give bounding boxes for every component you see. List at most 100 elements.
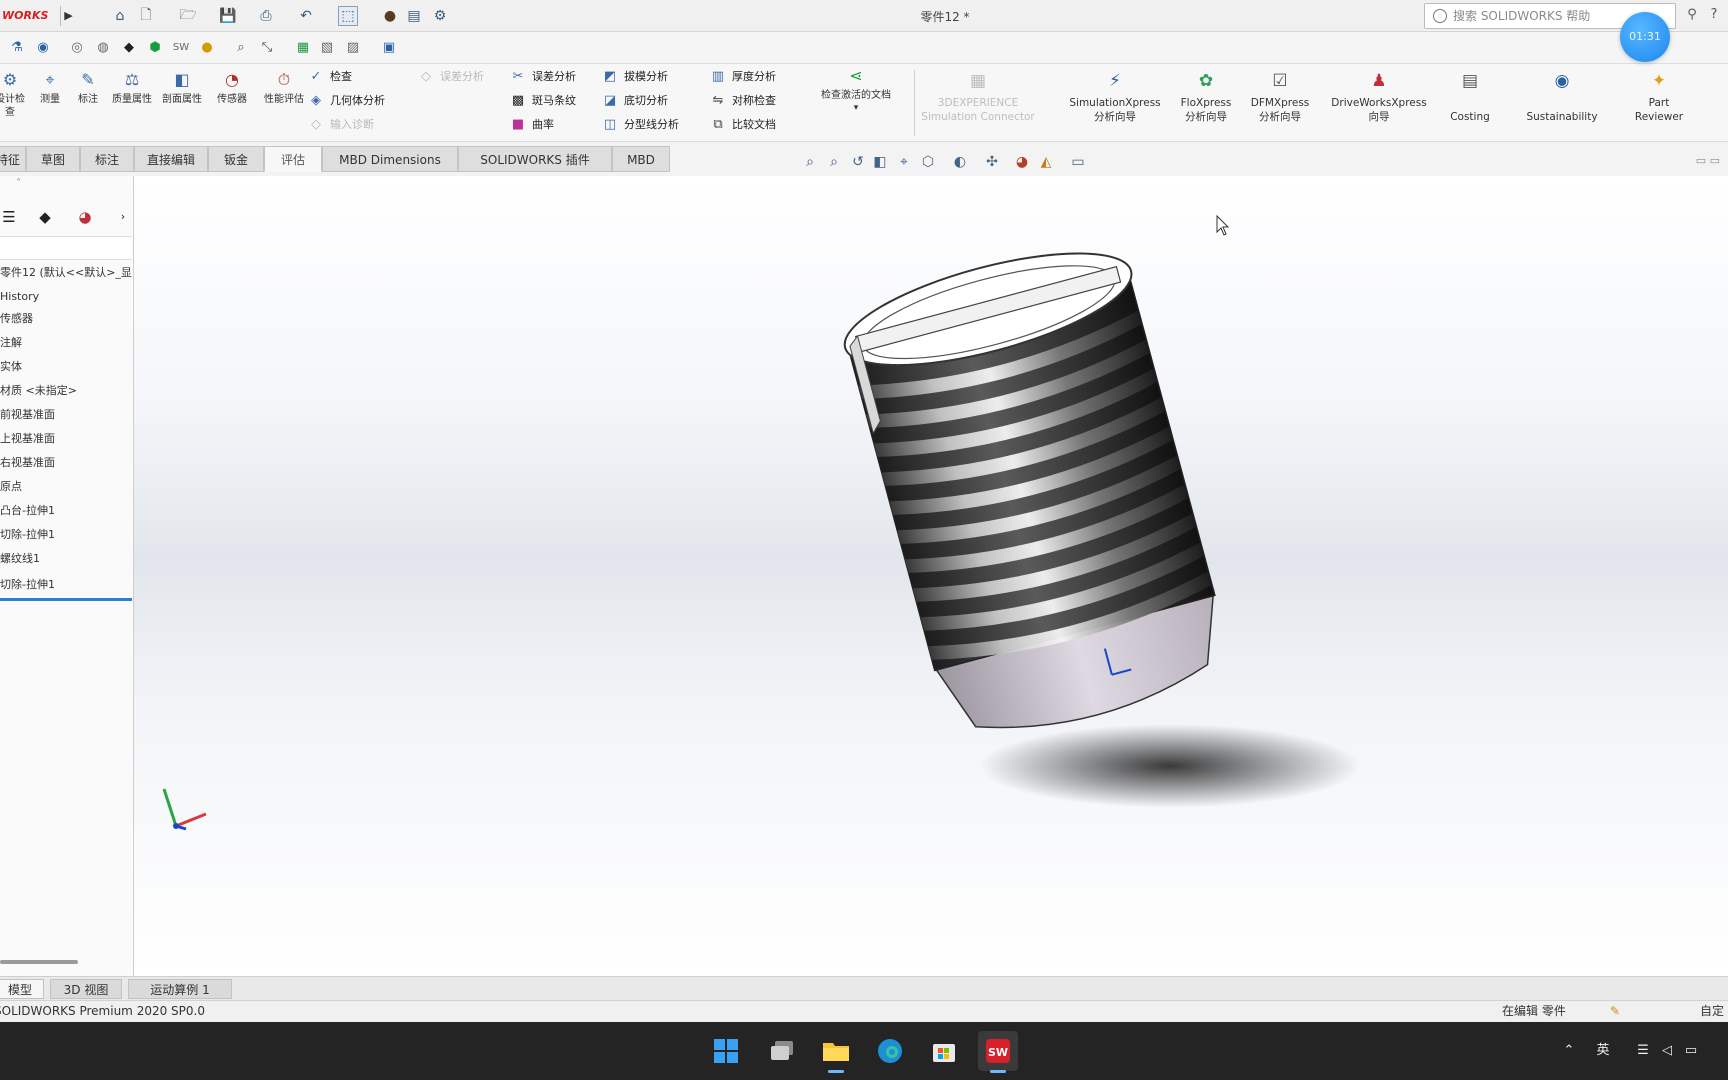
- tab-markup[interactable]: 标注: [80, 146, 134, 172]
- battery-icon[interactable]: ▭: [1680, 1040, 1702, 1062]
- solidworks-logo[interactable]: WORKS: [0, 6, 56, 26]
- tree-front-plane[interactable]: 前视基准面: [0, 406, 132, 424]
- help-icon[interactable]: ?: [1706, 7, 1722, 25]
- hide-show-items-icon[interactable]: ✣: [982, 152, 1002, 172]
- mass-properties-button[interactable]: ⚖ 质量属性: [110, 70, 154, 138]
- select-icon[interactable]: ⬚: [338, 6, 358, 26]
- warning-icon[interactable]: ●: [198, 39, 216, 57]
- tab-3d-views[interactable]: 3D 视图: [50, 979, 122, 999]
- open-folder-icon[interactable]: 🗁: [178, 6, 198, 26]
- sensor-button[interactable]: ◔ 传感器: [210, 70, 254, 138]
- tab-evaluate[interactable]: 评估: [264, 146, 322, 172]
- wifi-icon[interactable]: ☰: [1632, 1040, 1654, 1062]
- tree-root-part[interactable]: 零件12 (默认<<默认>_显示状态: [0, 264, 132, 282]
- microsoft-store-icon[interactable]: [924, 1031, 964, 1071]
- sheet-icon[interactable]: ▦: [294, 39, 312, 57]
- tab-model[interactable]: 模型: [0, 979, 44, 999]
- tree-thread[interactable]: 螺纹线1: [0, 550, 132, 568]
- home-icon[interactable]: ⌂: [110, 6, 130, 26]
- import-diagnostics-button[interactable]: ◇ 输入诊断: [306, 114, 374, 136]
- addin-sustainability[interactable]: ◉ Sustainability: [1512, 70, 1612, 138]
- model-view[interactable]: [134, 176, 1728, 976]
- design-checker-button[interactable]: ⚙ 设计检查: [0, 70, 28, 138]
- tree-boss-extrude[interactable]: 凸台-拉伸1: [0, 502, 132, 520]
- tree-top-plane[interactable]: 上视基准面: [0, 430, 132, 448]
- scene-icon[interactable]: ◍: [94, 39, 112, 57]
- tab-solidworks-addins[interactable]: SOLIDWORKS 插件: [458, 146, 612, 172]
- compare-documents-button[interactable]: ⧉ 比较文档: [708, 114, 776, 136]
- zoom-icon[interactable]: ⌕: [232, 39, 250, 57]
- user-icon[interactable]: ⚲: [1684, 7, 1700, 25]
- tray-overflow-icon[interactable]: ⌃: [1558, 1040, 1580, 1062]
- measure-button[interactable]: ⌖ 测量: [30, 70, 70, 138]
- markup-button[interactable]: ✎ 标注: [68, 70, 108, 138]
- solidworks-taskbar-icon[interactable]: SW: [978, 1031, 1018, 1073]
- tree-solid-bodies[interactable]: 实体: [0, 358, 132, 376]
- addin-dfmxpress[interactable]: ☑ DFMXpress 分析向导: [1244, 70, 1316, 138]
- tab-motion-study[interactable]: 运动算例 1: [128, 979, 232, 999]
- table-icon[interactable]: ▨: [344, 39, 362, 57]
- globe-icon[interactable]: ◉: [34, 39, 52, 57]
- deviation-analysis-disabled-button[interactable]: ◇ 误差分析: [416, 66, 484, 88]
- rebuild-status-icon[interactable]: ✎: [1610, 1001, 1620, 1021]
- options-gear-icon[interactable]: ⚙: [430, 6, 450, 26]
- rollback-bar[interactable]: [0, 598, 132, 601]
- input-method-icon[interactable]: 英: [1592, 1040, 1614, 1062]
- tree-sensors[interactable]: 传感器: [0, 310, 132, 328]
- tree-origin[interactable]: 原点: [0, 478, 132, 496]
- addin-3dexperience[interactable]: ▦ 3DEXPERIENCE Simulation Connector: [918, 70, 1038, 138]
- tree-annotations[interactable]: 注解: [0, 334, 132, 352]
- check-button[interactable]: ✓ 检查: [306, 66, 352, 88]
- zoom-to-area-icon[interactable]: ⌕: [824, 152, 844, 172]
- previous-view-icon[interactable]: ↺: [848, 152, 868, 172]
- tree-right-plane[interactable]: 右视基准面: [0, 454, 132, 472]
- section-properties-button[interactable]: ◧ 剖面属性: [160, 70, 204, 138]
- print-icon[interactable]: ⎙: [256, 6, 276, 26]
- sw-text-icon[interactable]: SW: [172, 39, 190, 57]
- tree-history[interactable]: History: [0, 288, 132, 306]
- addin-floxpress[interactable]: ✿ FloXpress 分析向导: [1170, 70, 1242, 138]
- viewport-window-controls[interactable]: ▭ ▭: [1696, 154, 1720, 167]
- tab-features[interactable]: 特征: [0, 146, 26, 172]
- section-view-icon[interactable]: ◧: [870, 152, 890, 172]
- tab-mbd[interactable]: MBD: [612, 146, 670, 172]
- feature-manager-tab-icon[interactable]: ☰: [0, 204, 24, 230]
- check-active-document-button[interactable]: ⋖ 检查激活的文档 ▾: [806, 66, 906, 134]
- tab-sheet-metal[interactable]: 钣金: [208, 146, 264, 172]
- apply-scene-icon[interactable]: ◭: [1036, 152, 1056, 172]
- customize-icon[interactable]: ▣: [380, 39, 398, 57]
- assembly-icon[interactable]: ⚗: [8, 39, 26, 57]
- recording-timer-badge[interactable]: 01:31: [1620, 12, 1670, 62]
- addin-driveworksxpress[interactable]: ♟ DriveWorksXpress 向导: [1318, 70, 1440, 138]
- tree-cut-extrude-2[interactable]: 切除-拉伸1: [0, 576, 132, 594]
- edit-appearance-icon[interactable]: ◕: [1012, 152, 1032, 172]
- undercut-analysis-button[interactable]: ◪ 底切分析: [600, 90, 668, 112]
- display-manager-tab-icon[interactable]: ◕: [70, 204, 100, 230]
- threaded-set-screw-model[interactable]: [834, 230, 1239, 753]
- zoom-to-fit-icon[interactable]: ⌕: [800, 152, 820, 172]
- task-view-icon[interactable]: [762, 1031, 802, 1071]
- tab-direct-editing[interactable]: 直接编辑: [134, 146, 208, 172]
- geometry-analysis-button[interactable]: ◈ 几何体分析: [306, 90, 385, 112]
- symmetry-check-button[interactable]: ⇋ 对称检查: [708, 90, 776, 112]
- view-orientation-icon[interactable]: ⬡: [918, 152, 938, 172]
- horizontal-scrollbar[interactable]: [0, 960, 78, 964]
- curvature-button[interactable]: ■ 曲率: [508, 114, 554, 136]
- dropdown-arrow-icon[interactable]: ▾: [806, 102, 906, 115]
- windows-start-icon[interactable]: [706, 1031, 746, 1071]
- rebuild-icon[interactable]: ●: [380, 6, 400, 26]
- file-properties-icon[interactable]: ▤: [404, 6, 424, 26]
- graphics-area[interactable]: ▭ ▭: [134, 154, 1728, 976]
- tree-filter-input[interactable]: [0, 236, 132, 260]
- new-document-icon[interactable]: 🗋: [136, 6, 156, 26]
- measure-icon[interactable]: ⤡: [258, 39, 276, 57]
- deviation-analysis-button[interactable]: ✂ 误差分析: [508, 66, 576, 88]
- draft-analysis-button[interactable]: ◩ 拔模分析: [600, 66, 668, 88]
- addin-part-reviewer[interactable]: ✦ Part Reviewer: [1624, 70, 1694, 138]
- tree-cut-extrude[interactable]: 切除-拉伸1: [0, 526, 132, 544]
- zebra-stripes-button[interactable]: ▩ 斑马条纹: [508, 90, 576, 112]
- dynamic-annotation-icon[interactable]: ⌖: [894, 152, 914, 172]
- file-explorer-icon[interactable]: [816, 1031, 856, 1073]
- performance-evaluation-button[interactable]: ⏱ 性能评估: [262, 70, 306, 138]
- save-icon[interactable]: 💾: [218, 6, 238, 26]
